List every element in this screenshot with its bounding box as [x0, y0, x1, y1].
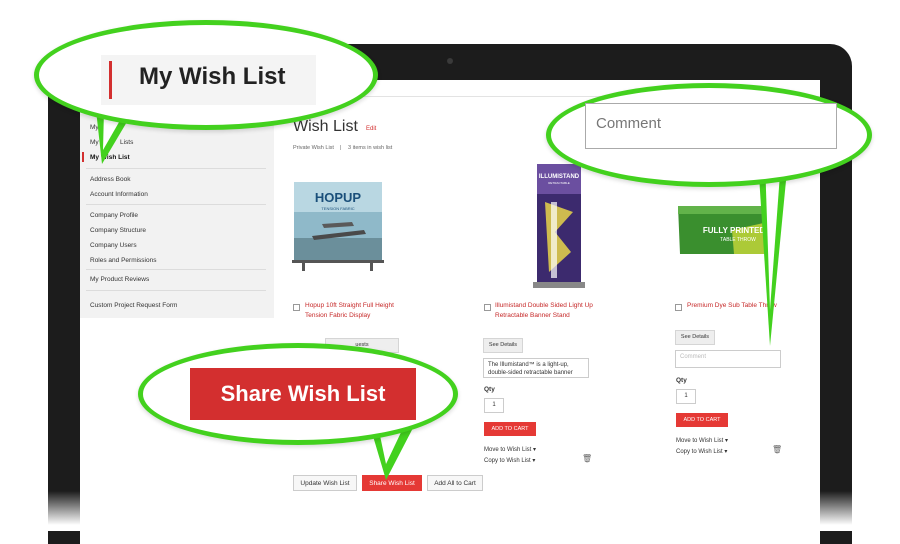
wishlist-item-count: 3 items in wish list: [348, 145, 393, 151]
qty-input[interactable]: 1: [484, 398, 504, 413]
sidebar-item-account-information[interactable]: Account Information: [90, 191, 148, 198]
callout-wishlist-label: My Wish List: [139, 63, 286, 90]
callout-active-marker: [109, 61, 112, 99]
move-to-wishlist-label: Move to Wish List: [676, 438, 724, 444]
product-select-checkbox[interactable]: [293, 304, 300, 311]
sidebar-item-product-reviews[interactable]: My Product Reviews: [90, 276, 149, 283]
sidebar-item-roles-permissions[interactable]: Roles and Permissions: [90, 257, 156, 264]
qty-label: Qty: [676, 377, 687, 384]
add-all-to-cart-button[interactable]: Add All to Cart: [427, 475, 483, 491]
sidebar-item-company-profile[interactable]: Company Profile: [90, 212, 138, 219]
edit-wishlist-link[interactable]: Edit: [366, 126, 376, 132]
sidebar-item-address-book[interactable]: Address Book: [90, 176, 130, 183]
callout-comment-field: Comment: [585, 103, 837, 149]
wishlist-separator: |: [340, 145, 342, 151]
callout-share-button: Share Wish List: [190, 368, 416, 420]
wishlist-privacy: Private Wish List: [293, 145, 334, 151]
sidebar-divider: [86, 269, 266, 270]
product-select-checkbox[interactable]: [675, 304, 682, 311]
sidebar-divider: [86, 290, 266, 291]
sidebar-item-custom-project-request[interactable]: Custom Project Request Form: [90, 302, 177, 309]
sidebar-item-company-structure[interactable]: Company Structure: [90, 227, 146, 234]
callout-wishlist-panel: My Wish List: [101, 55, 316, 105]
comment-textarea[interactable]: Comment: [675, 350, 781, 368]
illumistand-image-title: ILLUMISTAND: [539, 174, 580, 180]
callout-share-wish-list: Share Wish List: [138, 343, 458, 445]
callout-my-wish-list: My Wish List: [34, 20, 378, 130]
move-to-wishlist-dropdown[interactable]: Move to Wish List ▾: [676, 437, 728, 444]
product-image-illumistand[interactable]: ILLUMISTAND RETRACTABLE: [525, 162, 591, 292]
callout-comment: Comment: [546, 83, 872, 187]
table-throw-image-subtitle: TABLE THROW: [720, 237, 756, 243]
hopup-image-subtitle: TENSION FABRIC: [321, 206, 354, 211]
comment-textarea[interactable]: The Illumistand™ is a light-up, double-s…: [483, 358, 589, 378]
bottom-fade: [0, 491, 900, 531]
illumistand-image-subtitle: RETRACTABLE: [548, 181, 570, 185]
copy-to-wishlist-dropdown[interactable]: Copy to Wish List ▾: [676, 448, 727, 455]
add-to-cart-button[interactable]: ADD TO CART: [484, 422, 536, 436]
sidebar-active-marker: [82, 152, 84, 162]
add-to-cart-button[interactable]: ADD TO CART: [676, 413, 728, 427]
product-name-hopup[interactable]: Hopup 10ft Straight Full Height Tension …: [305, 301, 415, 321]
camera-dot: [447, 58, 453, 64]
callout-comment-placeholder: Comment: [596, 115, 662, 132]
copy-to-wishlist-dropdown[interactable]: Copy to Wish List ▾: [484, 457, 535, 464]
update-wishlist-button[interactable]: Update Wish List: [293, 475, 357, 491]
move-to-wishlist-dropdown[interactable]: Move to Wish List ▾: [484, 446, 536, 453]
page-title: Wish List: [293, 118, 358, 135]
sidebar-item-company-users[interactable]: Company Users: [90, 242, 137, 249]
product-image-hopup[interactable]: HOPUP TENSION FABRIC: [292, 178, 384, 274]
see-details-button[interactable]: See Details: [675, 330, 715, 345]
trash-icon[interactable]: 🗑: [772, 445, 782, 454]
qty-label: Qty: [484, 386, 495, 393]
copy-to-wishlist-label: Copy to Wish List: [676, 449, 723, 455]
sidebar-divider: [86, 204, 266, 205]
qty-input[interactable]: 1: [676, 389, 696, 404]
product-name-illumistand[interactable]: Illumistand Double Sided Light Up Retrac…: [495, 301, 595, 321]
copy-to-wishlist-label: Copy to Wish List: [484, 458, 531, 464]
see-details-button[interactable]: See Details: [483, 338, 523, 353]
hopup-image-title: HOPUP: [315, 190, 362, 205]
move-to-wishlist-label: Move to Wish List: [484, 447, 532, 453]
trash-icon[interactable]: 🗑: [582, 454, 592, 463]
callout-tail: [758, 160, 788, 346]
product-select-checkbox[interactable]: [484, 304, 491, 311]
